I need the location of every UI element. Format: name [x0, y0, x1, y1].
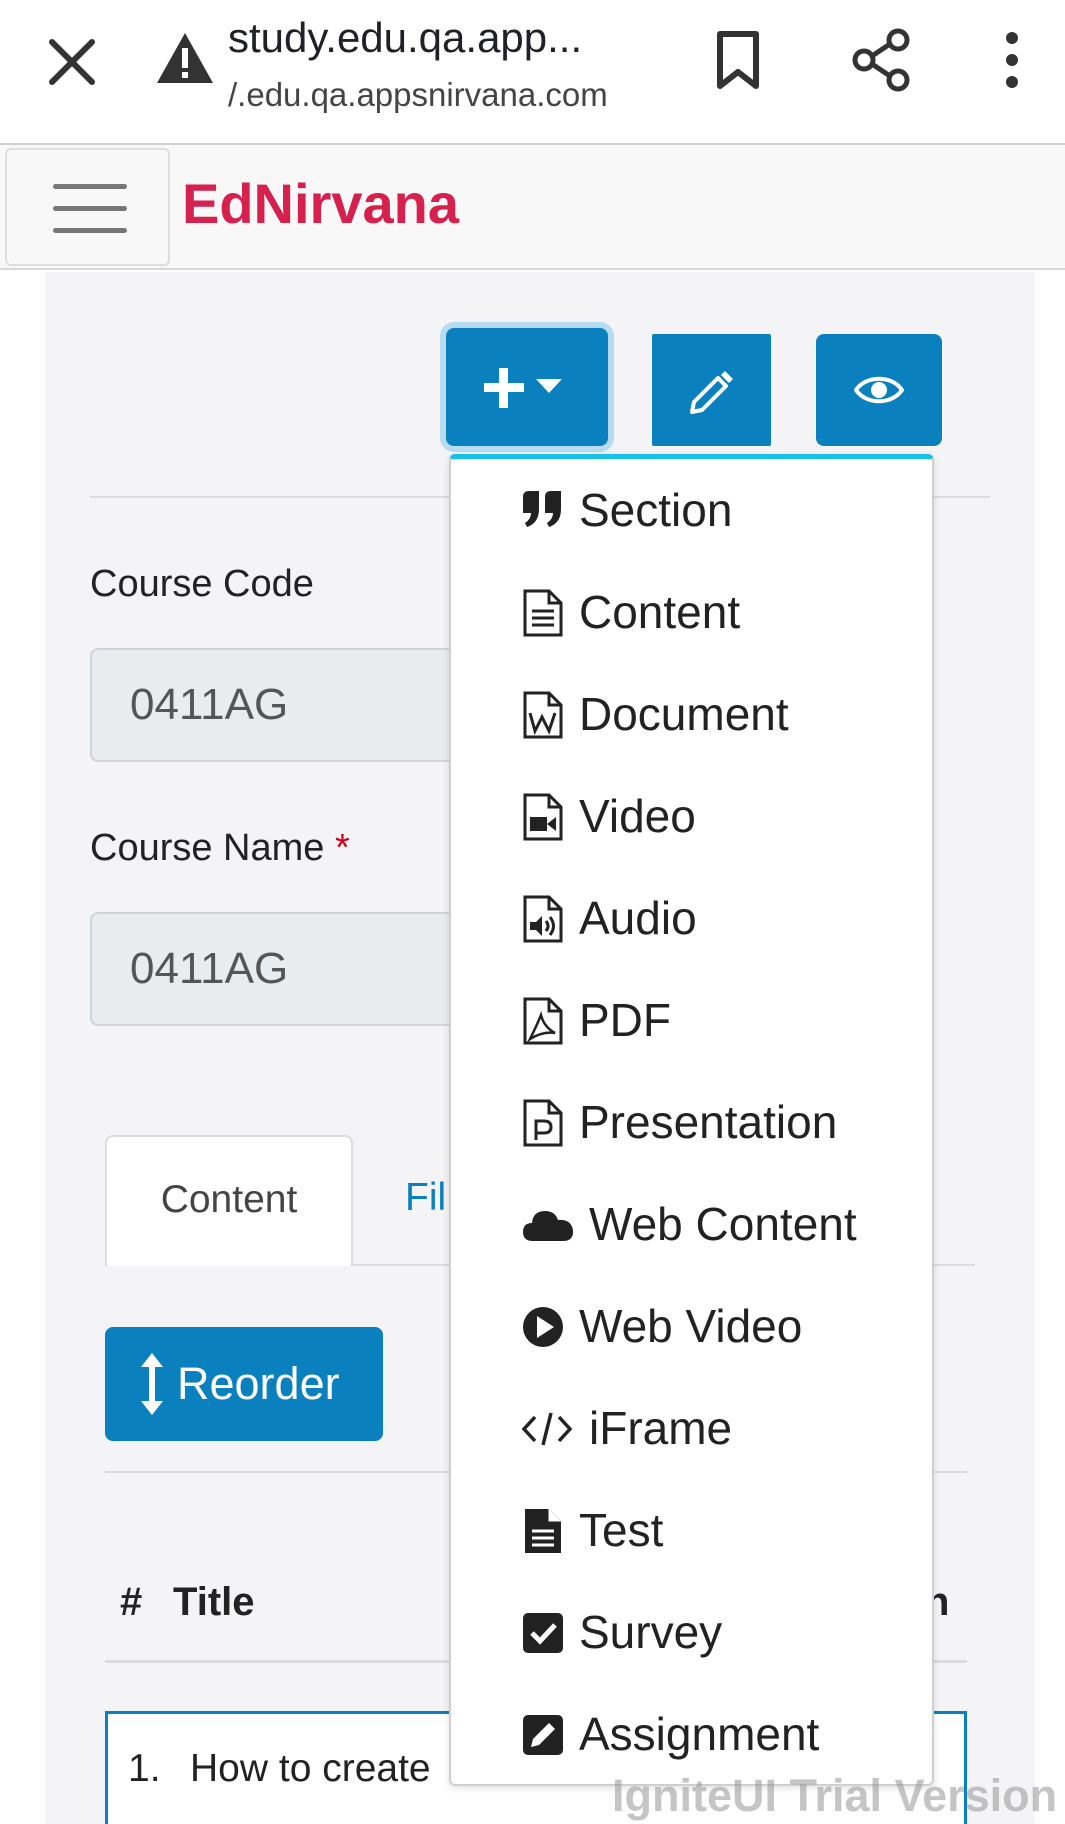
file-audio-icon: [523, 895, 563, 943]
tab-files[interactable]: Fil: [405, 1176, 446, 1220]
reorder-label: Reorder: [177, 1358, 340, 1409]
add-content-dropdown: Section Content Document Video Audio PDF…: [449, 454, 934, 1786]
file-text-icon: [523, 589, 563, 637]
menu-item-audio[interactable]: Audio: [451, 867, 932, 969]
menu-item-video[interactable]: Video: [451, 765, 932, 867]
menu-item-web-content[interactable]: Web Content: [451, 1173, 932, 1275]
menu-item-label: iFrame: [589, 1402, 733, 1454]
play-circle-icon: [523, 1307, 563, 1347]
row-title: How to create: [190, 1747, 431, 1790]
share-icon[interactable]: [852, 28, 912, 92]
menu-item-web-video[interactable]: Web Video: [451, 1275, 932, 1377]
add-content-button[interactable]: [446, 328, 608, 446]
hamburger-bar: [53, 184, 127, 189]
bookmark-icon[interactable]: [712, 28, 764, 92]
tab-content[interactable]: Content: [105, 1135, 353, 1266]
menu-item-label: Assignment: [579, 1708, 820, 1760]
column-header-number: #: [120, 1580, 143, 1624]
required-asterisk: *: [334, 827, 350, 869]
file-alt-icon: [525, 1509, 561, 1553]
menu-item-label: Web Content: [589, 1198, 857, 1250]
file-word-icon: [523, 691, 563, 739]
trial-watermark: IgniteUI Trial Version: [612, 1770, 1058, 1821]
url-title[interactable]: study.edu.qa.app...: [228, 14, 582, 62]
preview-button[interactable]: [816, 334, 942, 446]
plus-caret-icon: [484, 368, 562, 408]
menu-item-label: Audio: [579, 892, 697, 944]
cloud-icon: [523, 1211, 574, 1241]
menu-item-pdf[interactable]: PDF: [451, 969, 932, 1071]
course-name-label-text: Course Name: [90, 827, 325, 869]
eye-icon: [854, 376, 904, 404]
browser-toolbar: study.edu.qa.app... /.edu.qa.appsnirvana…: [0, 0, 1065, 145]
url-domain[interactable]: /.edu.qa.appsnirvana.com: [228, 76, 608, 114]
hamburger-bar: [53, 206, 127, 211]
arrows-vertical-icon: [141, 1353, 163, 1415]
menu-toggle-button[interactable]: [5, 148, 170, 266]
menu-item-section[interactable]: Section: [451, 459, 932, 561]
reorder-button[interactable]: Reorder: [105, 1327, 383, 1441]
menu-item-document[interactable]: Document: [451, 663, 932, 765]
menu-item-label: Section: [579, 484, 733, 536]
menu-item-label: Document: [579, 688, 789, 740]
close-icon[interactable]: [40, 30, 104, 94]
menu-item-label: Presentation: [579, 1096, 838, 1148]
check-square-icon: [523, 1613, 563, 1653]
edit-button[interactable]: [652, 334, 771, 446]
quote-icon: [523, 491, 561, 527]
menu-item-presentation[interactable]: Presentation: [451, 1071, 932, 1173]
menu-item-label: Web Video: [579, 1300, 803, 1352]
menu-item-label: Content: [579, 586, 741, 638]
menu-item-iframe[interactable]: iFrame: [451, 1377, 932, 1479]
row-number: 1.: [128, 1747, 161, 1790]
edit-square-icon: [523, 1715, 563, 1755]
file-pdf-icon: [523, 997, 563, 1045]
code-icon: [521, 1412, 573, 1446]
course-name-label: Course Name *: [90, 827, 350, 870]
course-code-label: Course Code: [90, 563, 314, 605]
menu-item-label: Survey: [579, 1606, 723, 1658]
menu-item-label: Video: [579, 790, 696, 842]
menu-item-label: PDF: [579, 994, 671, 1046]
warning-icon[interactable]: [155, 30, 215, 86]
column-header-title: Title: [173, 1580, 255, 1624]
menu-item-survey[interactable]: Survey: [451, 1581, 932, 1683]
more-vert-icon[interactable]: [995, 30, 1029, 90]
brand-logo-text[interactable]: EdNirvana: [182, 171, 459, 236]
menu-item-content[interactable]: Content: [451, 561, 932, 663]
file-powerpoint-icon: [523, 1099, 563, 1147]
menu-item-test[interactable]: Test: [451, 1479, 932, 1581]
app-navbar: EdNirvana: [0, 145, 1065, 270]
file-video-icon: [523, 793, 563, 841]
pencil-icon: [690, 371, 733, 414]
menu-item-label: Test: [579, 1504, 664, 1556]
hamburger-bar: [53, 228, 127, 233]
